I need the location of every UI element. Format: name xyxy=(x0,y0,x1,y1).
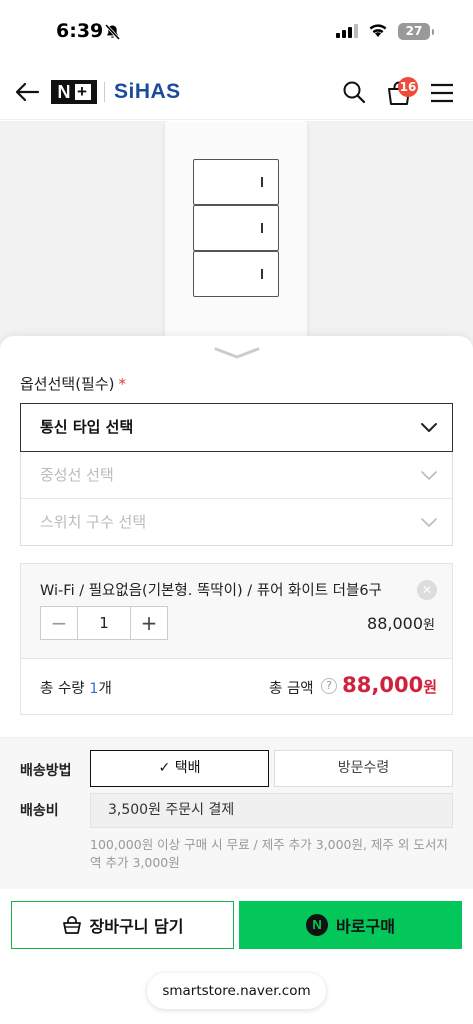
bottom-action-bar: 장바구니 담기 N 바로구매 smartstore.naver.com xyxy=(0,889,473,1024)
select-label: 중성선 선택 xyxy=(40,466,114,484)
product-image xyxy=(0,121,473,351)
total-quantity-label: 총 수량 xyxy=(40,681,85,697)
add-to-cart-button[interactable]: 장바구니 담기 xyxy=(11,901,234,949)
option-section-title: 옵션선택(필수) * xyxy=(20,373,126,394)
total-amount-value: 88,000 xyxy=(342,673,424,697)
status-bar: 6:39 27 xyxy=(0,0,473,62)
selected-option-box: Wi-Fi / 필요없음(기본형. 똑딱이) / 퓨어 화이트 더블6구 ✕ −… xyxy=(20,563,453,715)
chevron-down-icon xyxy=(421,471,437,480)
delivery-section: 배송방법 ✓ 택배 방문수령 배송비 3,500원 주문시 결제 100,000… xyxy=(0,737,473,889)
quantity-value[interactable]: 1 xyxy=(77,607,131,639)
help-icon[interactable]: ? xyxy=(321,678,337,694)
select-communication-type[interactable]: 통신 타입 선택 xyxy=(20,403,453,452)
total-amount-unit: 원 xyxy=(423,678,437,696)
option-select-group: 통신 타입 선택 중성선 선택 스위치 구수 선택 xyxy=(20,403,453,546)
buy-now-button[interactable]: N 바로구매 xyxy=(239,901,462,949)
total-quantity: 총 수량 1개 xyxy=(40,677,112,698)
delivery-option-pickup[interactable]: 방문수령 xyxy=(274,750,453,787)
plus-icon: + xyxy=(74,83,91,100)
naver-plus-logo-text: N xyxy=(57,81,72,102)
check-icon: ✓ xyxy=(158,760,171,776)
select-label: 스위치 구수 선택 xyxy=(40,513,147,531)
store-brand-logo[interactable]: SiHAS xyxy=(114,80,181,104)
price-value: 88,000 xyxy=(367,614,424,633)
naver-plus-logo[interactable]: N + xyxy=(51,80,97,104)
required-mark: * xyxy=(118,375,127,393)
decrease-quantity-button[interactable]: − xyxy=(41,607,77,639)
select-label: 통신 타입 선택 xyxy=(40,418,134,436)
wifi-icon xyxy=(369,24,387,37)
delivery-option-parcel[interactable]: ✓ 택배 xyxy=(90,750,269,787)
buy-now-label: 바로구매 xyxy=(336,917,395,936)
delivery-method-label: 배송방법 xyxy=(20,763,72,779)
selected-option-price: 88,000원 xyxy=(367,614,435,633)
hamburger-menu-icon[interactable] xyxy=(430,83,454,103)
price-unit: 원 xyxy=(423,618,435,633)
total-quantity-unit: 개 xyxy=(98,681,112,697)
switch-rocker-1 xyxy=(193,159,279,205)
cart-count-badge: 16 xyxy=(398,77,418,97)
chevron-down-icon xyxy=(421,518,437,527)
search-icon[interactable] xyxy=(342,80,366,104)
increase-quantity-button[interactable]: + xyxy=(131,607,167,639)
logo-divider xyxy=(104,82,105,102)
status-time: 6:39 xyxy=(56,20,104,42)
browser-url-bar[interactable]: smartstore.naver.com xyxy=(147,973,326,1009)
quantity-stepper: − 1 + xyxy=(40,606,168,640)
shipping-fee-value: 3,500원 주문시 결제 xyxy=(90,793,453,828)
collapse-handle-icon[interactable] xyxy=(214,346,260,360)
total-amount-label: 총 금액 xyxy=(269,681,314,697)
option-title-text: 옵션선택(필수) xyxy=(20,375,115,393)
chevron-down-icon xyxy=(421,423,437,432)
select-switch-gang-count: 스위치 구수 선택 xyxy=(21,498,452,545)
add-to-cart-label: 장바구니 담기 xyxy=(89,917,184,936)
total-amount: 88,000원 xyxy=(342,673,437,697)
shopping-basket-icon xyxy=(62,916,81,934)
back-arrow-icon[interactable] xyxy=(14,80,40,104)
shipping-fee-note: 100,000원 이상 구매 시 무료 / 제주 추가 3,000원, 제주 외… xyxy=(90,837,448,870)
switch-rocker-2 xyxy=(193,205,279,251)
select-neutral-line: 중성선 선택 xyxy=(21,451,452,498)
shipping-fee-label: 배송비 xyxy=(20,803,59,819)
remove-option-button[interactable]: ✕ xyxy=(417,580,437,600)
delivery-option-label: 방문수령 xyxy=(337,760,390,776)
naver-pay-icon: N xyxy=(306,914,329,936)
total-summary: 총 수량 1개 총 금액 ? 88,000원 xyxy=(21,658,452,714)
battery-indicator: 27 xyxy=(398,23,434,40)
selected-option-name: Wi-Fi / 필요없음(기본형. 똑딱이) / 퓨어 화이트 더블6구 xyxy=(40,583,382,599)
cellular-signal-icon xyxy=(336,24,358,38)
app-header: N + SiHAS 16 xyxy=(0,62,473,120)
switch-plate-image xyxy=(165,121,307,341)
bell-off-icon xyxy=(104,24,121,40)
switch-rocker-3 xyxy=(193,251,279,297)
delivery-option-label: 택배 xyxy=(174,760,201,776)
